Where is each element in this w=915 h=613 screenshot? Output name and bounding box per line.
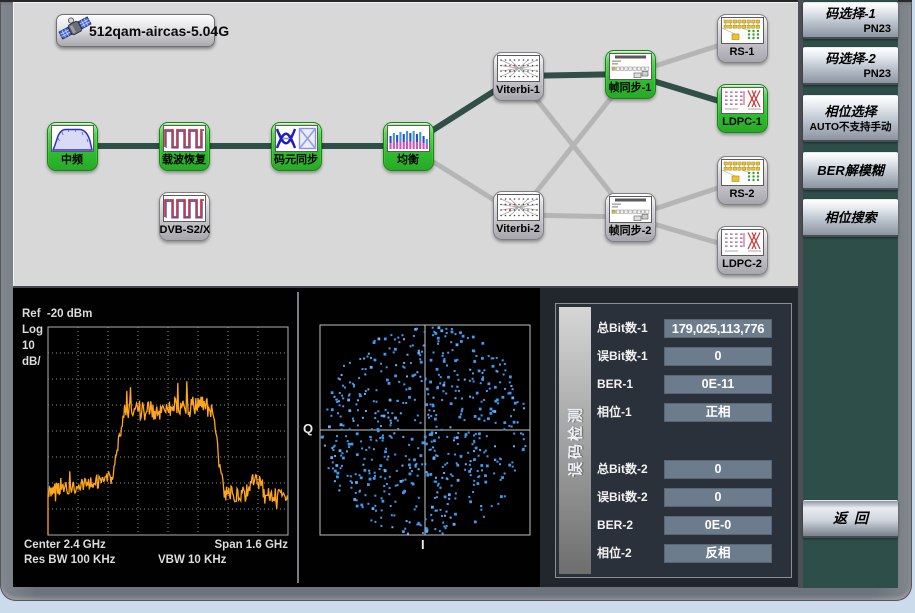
flow-block-vit2[interactable]: Viterbi-2 (493, 191, 544, 240)
flow-block-label: 载波恢复 (160, 152, 209, 168)
spectrum-span-label: Span 1.6 GHz (190, 539, 288, 551)
spectrum-vbw-label: VBW 10 KHz (158, 554, 226, 566)
side-button-back[interactable]: 返回 (803, 500, 898, 538)
constellation-display (299, 290, 540, 586)
spectrum-scale-db: dB/ (22, 356, 41, 368)
ber-side-bar: 误码检测 (559, 307, 591, 574)
rs-icon (721, 17, 764, 44)
flow-block-fs2[interactable]: 帧同步-2 (605, 193, 656, 242)
framesync-icon (609, 196, 652, 223)
side-button-label: 返回 (803, 510, 898, 527)
side-button-2[interactable]: 码选择-2PN23 (803, 47, 898, 85)
side-button-4[interactable]: BER解模糊 (803, 152, 898, 190)
side-button-label: BER解模糊 (803, 162, 898, 179)
flow-block-label: LDPC-2 (718, 256, 767, 272)
side-button-sublabel: AUTO不支持手动 (803, 120, 898, 134)
flow-block-if[interactable]: 中频 (47, 122, 98, 171)
ber-value-4: 0 (664, 460, 772, 479)
panel-divider (297, 292, 299, 583)
ber-value-6: 0E-0 (664, 516, 772, 535)
side-button-sublabel: PN23 (803, 22, 898, 36)
bars-icon (387, 125, 430, 152)
framesync-icon (609, 53, 652, 80)
side-button-column: 码选择-1PN23码选择-2PN23相位选择AUTO不支持手动BER解模糊相位搜… (803, 0, 898, 588)
ber-panel: 误码检测 总Bit数-1179,025,113,776误Bit数-10BER-1… (555, 303, 792, 578)
flow-block-label: Viterbi-1 (494, 82, 543, 98)
ber-value-7: 反相 (664, 544, 772, 563)
flow-block-vit1[interactable]: Viterbi-1 (493, 52, 544, 101)
flow-block-rs1[interactable]: RS-1 (717, 14, 768, 63)
ldpc-icon (721, 87, 764, 114)
ber-label-3: 相位-1 (597, 403, 663, 422)
flow-block-label: 码元同步 (272, 152, 321, 168)
side-button-label: 码选择-1 (803, 5, 898, 22)
ber-value-2: 0E-11 (664, 375, 772, 394)
ber-value-1: 0 (664, 347, 772, 366)
side-button-label: 相位选择 (803, 103, 898, 120)
flow-block-label: 均衡 (384, 152, 433, 168)
flow-block-symsync[interactable]: 码元同步 (271, 122, 322, 171)
signal-source-button[interactable]: 512qam-aircas-5.04G (56, 14, 215, 47)
pulses-icon (163, 125, 206, 152)
flow-block-label: Viterbi-2 (494, 221, 543, 237)
spectrum-center-label: Center 2.4 GHz (24, 539, 106, 551)
trellis-icon (497, 55, 540, 82)
flow-block-eq[interactable]: 均衡 (383, 122, 434, 171)
satellite-icon (58, 12, 92, 44)
side-button-3[interactable]: 相位选择AUTO不支持手动 (803, 95, 898, 142)
ber-label-6: BER-2 (597, 516, 663, 535)
flow-block-label: LDPC-1 (718, 114, 767, 130)
constellation-i-label: I (421, 537, 425, 552)
constellation-q-label: Q (303, 421, 313, 436)
side-button-label: 码选择-2 (803, 50, 898, 67)
flow-block-carrier[interactable]: 载波恢复 (159, 122, 210, 171)
pulses-icon (163, 195, 206, 222)
rs-icon (721, 159, 764, 186)
flow-block-label: 中频 (48, 152, 97, 168)
ber-value-5: 0 (664, 488, 772, 507)
signal-source-label: 512qam-aircas-5.04G (89, 23, 229, 39)
side-button-1[interactable]: 码选择-1PN23 (803, 2, 898, 39)
ber-side-label: 误码检测 (565, 404, 586, 476)
flow-diagram-panel: 中频 载波恢复 码元同步 均衡 DVB-S2/X Viterbi-1 Viterbi-2 帧同… (13, 2, 798, 288)
flow-block-label: 帧同步-2 (606, 223, 655, 239)
trellis-icon (497, 194, 540, 221)
ber-value-3: 正相 (664, 403, 772, 422)
side-button-sublabel: PN23 (803, 67, 898, 81)
side-button-5[interactable]: 相位搜索 (803, 199, 898, 237)
ber-value-0: 179,025,113,776 (664, 319, 772, 338)
ber-label-1: 误Bit数-1 (597, 347, 663, 366)
side-button-label: 相位搜索 (803, 209, 898, 226)
flow-block-label: 帧同步-1 (606, 80, 655, 96)
flow-block-ldpc1[interactable]: LDPC-1 (717, 84, 768, 133)
eye-icon (275, 125, 318, 152)
ldpc-icon (721, 229, 764, 256)
flow-block-label: RS-2 (718, 186, 767, 202)
flow-block-ldpc2[interactable]: LDPC-2 (717, 226, 768, 275)
spectrum-scale-10: 10 (22, 340, 35, 352)
flow-block-dvb[interactable]: DVB-S2/X (159, 192, 210, 241)
spectrum-icon (51, 125, 94, 152)
spectrum-rbw-label: Res BW 100 KHz (24, 554, 115, 566)
ber-label-7: 相位-2 (597, 544, 663, 563)
flow-block-rs2[interactable]: RS-2 (717, 156, 768, 205)
ber-label-0: 总Bit数-1 (597, 319, 663, 338)
spectrum-ref-label: Ref -20 dBm (22, 308, 92, 320)
ber-label-5: 误Bit数-2 (597, 488, 663, 507)
ber-label-2: BER-1 (597, 375, 663, 394)
ber-label-4: 总Bit数-2 (597, 460, 663, 479)
flow-block-label: RS-1 (718, 44, 767, 60)
spectrum-scale-log: Log (22, 324, 43, 336)
flow-block-fs1[interactable]: 帧同步-1 (605, 50, 656, 99)
flow-block-label: DVB-S2/X (160, 222, 209, 238)
